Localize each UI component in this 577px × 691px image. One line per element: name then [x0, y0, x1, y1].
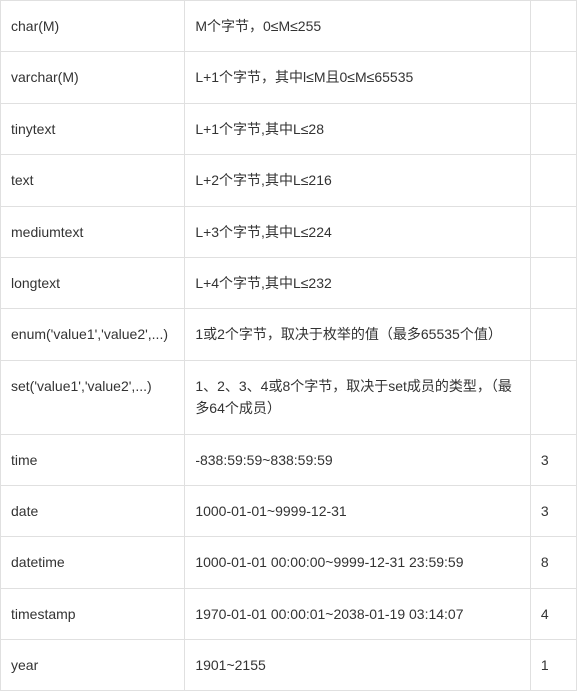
cell-size	[530, 52, 576, 103]
cell-type: char(M)	[1, 1, 185, 52]
cell-desc: 1901~2155	[185, 640, 531, 691]
table-row: varchar(M) L+1个字节，其中l≤M且0≤M≤65535	[1, 52, 577, 103]
cell-desc: L+2个字节,其中L≤216	[185, 155, 531, 206]
cell-size: 4	[530, 588, 576, 639]
table-row: longtext L+4个字节,其中L≤232	[1, 257, 577, 308]
table-row: year 1901~2155 1	[1, 640, 577, 691]
cell-type: longtext	[1, 257, 185, 308]
cell-type: set('value1','value2',...)	[1, 360, 185, 434]
cell-size: 1	[530, 640, 576, 691]
cell-size	[530, 309, 576, 360]
table-row: timestamp 1970-01-01 00:00:01~2038-01-19…	[1, 588, 577, 639]
cell-desc: 1000-01-01~9999-12-31	[185, 485, 531, 536]
cell-size: 8	[530, 537, 576, 588]
cell-size	[530, 155, 576, 206]
cell-type: mediumtext	[1, 206, 185, 257]
cell-desc: 1000-01-01 00:00:00~9999-12-31 23:59:59	[185, 537, 531, 588]
cell-desc: L+3个字节,其中L≤224	[185, 206, 531, 257]
cell-size	[530, 1, 576, 52]
cell-type: varchar(M)	[1, 52, 185, 103]
cell-size	[530, 360, 576, 434]
cell-size	[530, 103, 576, 154]
cell-type: year	[1, 640, 185, 691]
table-row: time -838:59:59~838:59:59 3	[1, 434, 577, 485]
cell-desc: L+4个字节,其中L≤232	[185, 257, 531, 308]
cell-desc: 1、2、3、4或8个字节，取决于set成员的类型，（最多64个成员）	[185, 360, 531, 434]
table-row: set('value1','value2',...) 1、2、3、4或8个字节，…	[1, 360, 577, 434]
cell-type: enum('value1','value2',...)	[1, 309, 185, 360]
cell-desc: L+1个字节,其中L≤28	[185, 103, 531, 154]
cell-type: tinytext	[1, 103, 185, 154]
cell-desc: 1970-01-01 00:00:01~2038-01-19 03:14:07	[185, 588, 531, 639]
table-body: char(M) M个字节，0≤M≤255 varchar(M) L+1个字节，其…	[1, 1, 577, 691]
cell-desc: L+1个字节，其中l≤M且0≤M≤65535	[185, 52, 531, 103]
table-row: text L+2个字节,其中L≤216	[1, 155, 577, 206]
cell-type: datetime	[1, 537, 185, 588]
cell-size: 3	[530, 485, 576, 536]
cell-size	[530, 206, 576, 257]
table-row: mediumtext L+3个字节,其中L≤224	[1, 206, 577, 257]
table-row: tinytext L+1个字节,其中L≤28	[1, 103, 577, 154]
cell-desc: 1或2个字节，取决于枚举的值（最多65535个值）	[185, 309, 531, 360]
cell-type: time	[1, 434, 185, 485]
table-row: enum('value1','value2',...) 1或2个字节，取决于枚举…	[1, 309, 577, 360]
cell-desc: M个字节，0≤M≤255	[185, 1, 531, 52]
data-types-table: char(M) M个字节，0≤M≤255 varchar(M) L+1个字节，其…	[0, 0, 577, 691]
table-row: datetime 1000-01-01 00:00:00~9999-12-31 …	[1, 537, 577, 588]
cell-size	[530, 257, 576, 308]
table-row: date 1000-01-01~9999-12-31 3	[1, 485, 577, 536]
cell-type: timestamp	[1, 588, 185, 639]
cell-desc: -838:59:59~838:59:59	[185, 434, 531, 485]
cell-size: 3	[530, 434, 576, 485]
cell-type: date	[1, 485, 185, 536]
cell-type: text	[1, 155, 185, 206]
table-row: char(M) M个字节，0≤M≤255	[1, 1, 577, 52]
